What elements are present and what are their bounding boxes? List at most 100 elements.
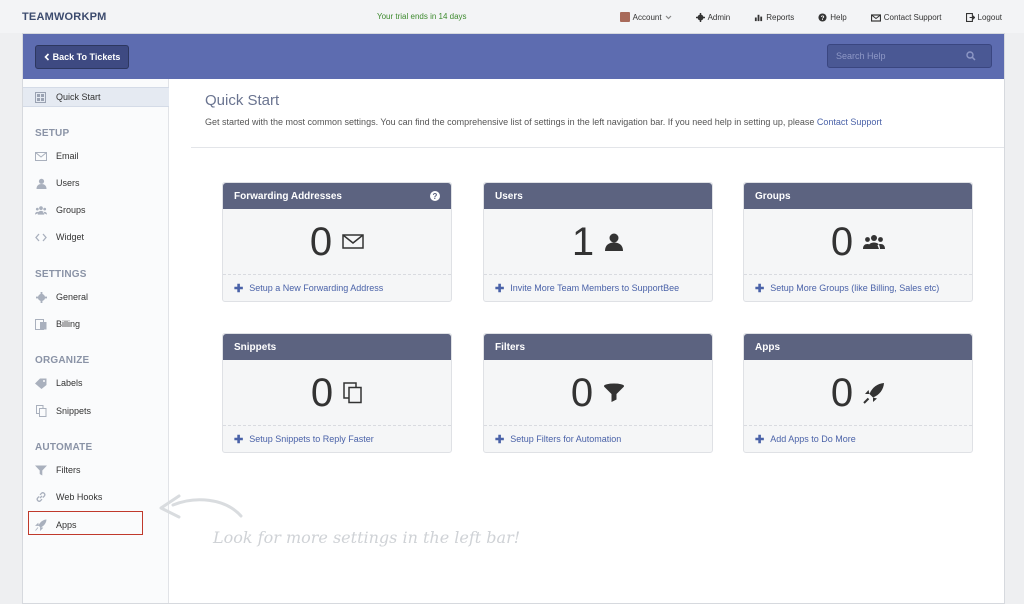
card-count: 0	[310, 370, 334, 415]
search-input[interactable]	[836, 51, 966, 61]
contact-support-label: Contact Support	[883, 12, 942, 22]
section-organize: ORGANIZE	[35, 355, 90, 366]
sidebar-item-quick-start[interactable]: Quick Start	[23, 87, 169, 107]
card-action-label: Setup More Groups (like Billing, Sales e…	[770, 283, 940, 293]
sidebar-item-widget[interactable]: Widget	[35, 227, 155, 247]
sidebar-item-label: General	[56, 292, 89, 302]
sidebar-item-billing[interactable]: Billing	[35, 314, 155, 334]
logout-link[interactable]: Logout	[965, 12, 1002, 22]
apps-highlight-box	[28, 511, 143, 535]
card-header: Snippets	[223, 334, 451, 360]
plus-icon: ✚	[755, 433, 765, 446]
contact-support-link[interactable]: Contact Support	[817, 117, 882, 127]
card-count: 0	[570, 370, 594, 415]
envelope-icon	[35, 150, 47, 162]
plus-icon: ✚	[234, 282, 244, 295]
gear-icon	[35, 291, 47, 303]
sidebar-item-label: Filters	[56, 465, 81, 475]
sidebar-item-groups[interactable]: Groups	[35, 200, 155, 220]
card-header: Users	[484, 183, 712, 209]
card-action[interactable]: ✚ Setup Filters for Automation	[484, 425, 712, 452]
card-snippets: Snippets 0 ✚ Setup Snippets to Reply Fas…	[222, 333, 452, 453]
top-bar: TEAMWORKPM Your trial ends in 14 days Ac…	[0, 0, 1024, 33]
sidebar-item-label: Users	[56, 178, 80, 188]
sidebar-item-label: Groups	[56, 205, 86, 215]
svg-text:?: ?	[821, 14, 825, 21]
billing-icon	[35, 318, 47, 330]
logout-label: Logout	[977, 12, 1002, 22]
sidebar-item-general[interactable]: General	[35, 287, 155, 307]
quick-start-label: Quick Start	[56, 92, 101, 102]
section-settings: SETTINGS	[35, 269, 87, 280]
chevron-left-icon	[44, 53, 49, 61]
top-nav: Account Admin Reports ? Help Contact Sup…	[596, 12, 1002, 22]
back-to-tickets-button[interactable]: Back To Tickets	[35, 45, 129, 69]
account-label: Account	[632, 12, 662, 22]
help-link[interactable]: ? Help	[818, 12, 847, 22]
reports-link[interactable]: Reports	[754, 12, 794, 22]
card-action[interactable]: ✚ Setup a New Forwarding Address	[223, 274, 451, 301]
card-body: 0	[744, 360, 972, 425]
account-menu[interactable]: Account	[619, 12, 672, 22]
card-count: 0	[830, 370, 854, 415]
card-title: Users	[495, 190, 523, 202]
sidebar-item-labels[interactable]: Labels	[35, 373, 155, 393]
bar-chart-icon	[755, 14, 763, 21]
card-action-label: Add Apps to Do More	[770, 434, 856, 444]
plus-icon: ✚	[495, 282, 505, 295]
plus-icon: ✚	[755, 282, 765, 295]
search-icon[interactable]	[966, 51, 976, 61]
avatar	[619, 12, 630, 22]
page-title: Quick Start	[205, 92, 280, 109]
gear-icon	[695, 12, 705, 22]
admin-label: Admin	[707, 12, 731, 22]
sidebar-item-web-hooks[interactable]: Web Hooks	[35, 487, 155, 507]
reports-label: Reports	[766, 12, 795, 22]
plus-icon: ✚	[234, 433, 244, 446]
section-automate: AUTOMATE	[35, 442, 93, 453]
card-body: 0	[223, 360, 451, 425]
card-body: 1	[484, 209, 712, 274]
back-to-tickets-label: Back To Tickets	[52, 52, 121, 62]
card-forwarding-addresses: Forwarding Addresses ? 0 ✚ Setup a New F…	[222, 182, 452, 302]
card-action[interactable]: ✚ Invite More Team Members to SupportBee	[484, 274, 712, 301]
admin-link[interactable]: Admin	[695, 12, 731, 22]
tag-icon	[35, 377, 47, 389]
sidebar-item-email[interactable]: Email	[35, 146, 155, 166]
support-icon	[870, 13, 881, 22]
envelope-icon	[342, 234, 364, 249]
sidebar-item-users[interactable]: Users	[35, 173, 155, 193]
card-body: 0	[744, 209, 972, 274]
group-icon	[863, 235, 886, 249]
help-label: Help	[830, 12, 847, 22]
card-groups: Groups 0 ✚ Setup More Groups (like Billi…	[743, 182, 973, 302]
sidebar-item-snippets[interactable]: Snippets	[35, 401, 155, 421]
card-action-label: Setup Snippets to Reply Faster	[249, 434, 374, 444]
sidebar-item-label: Billing	[56, 319, 81, 329]
logout-icon	[965, 12, 975, 22]
help-icon[interactable]: ?	[430, 191, 440, 201]
card-action[interactable]: ✚ Add Apps to Do More	[744, 425, 972, 452]
main-content: Quick Start Get started with the most co…	[191, 79, 1004, 603]
funnel-icon	[604, 383, 625, 402]
sidebar-item-label: Snippets	[56, 406, 92, 416]
rocket-icon	[863, 382, 885, 404]
card-action[interactable]: ✚ Setup Snippets to Reply Faster	[223, 425, 451, 452]
card-title: Groups	[755, 190, 791, 202]
card-count: 1	[571, 219, 595, 264]
card-count: 0	[830, 219, 854, 264]
card-action-label: Setup a New Forwarding Address	[249, 283, 384, 293]
contact-support-link[interactable]: Contact Support	[870, 12, 942, 22]
sidebar-item-label: Labels	[56, 378, 83, 388]
sidebar-item-filters[interactable]: Filters	[35, 460, 155, 480]
copy-icon	[343, 381, 362, 403]
card-count: 0	[309, 219, 333, 264]
card-action[interactable]: ✚ Setup More Groups (like Billing, Sales…	[744, 274, 972, 301]
hint-note: Look for more settings in the left bar!	[213, 528, 521, 547]
card-header: Groups	[744, 183, 972, 209]
card-header: Forwarding Addresses ?	[223, 183, 451, 209]
card-filters: Filters 0 ✚ Setup Filters for Automation	[483, 333, 713, 453]
brand-logo[interactable]: TEAMWORKPM	[22, 11, 107, 23]
search-box	[827, 44, 992, 68]
card-action-label: Invite More Team Members to SupportBee	[510, 283, 680, 293]
